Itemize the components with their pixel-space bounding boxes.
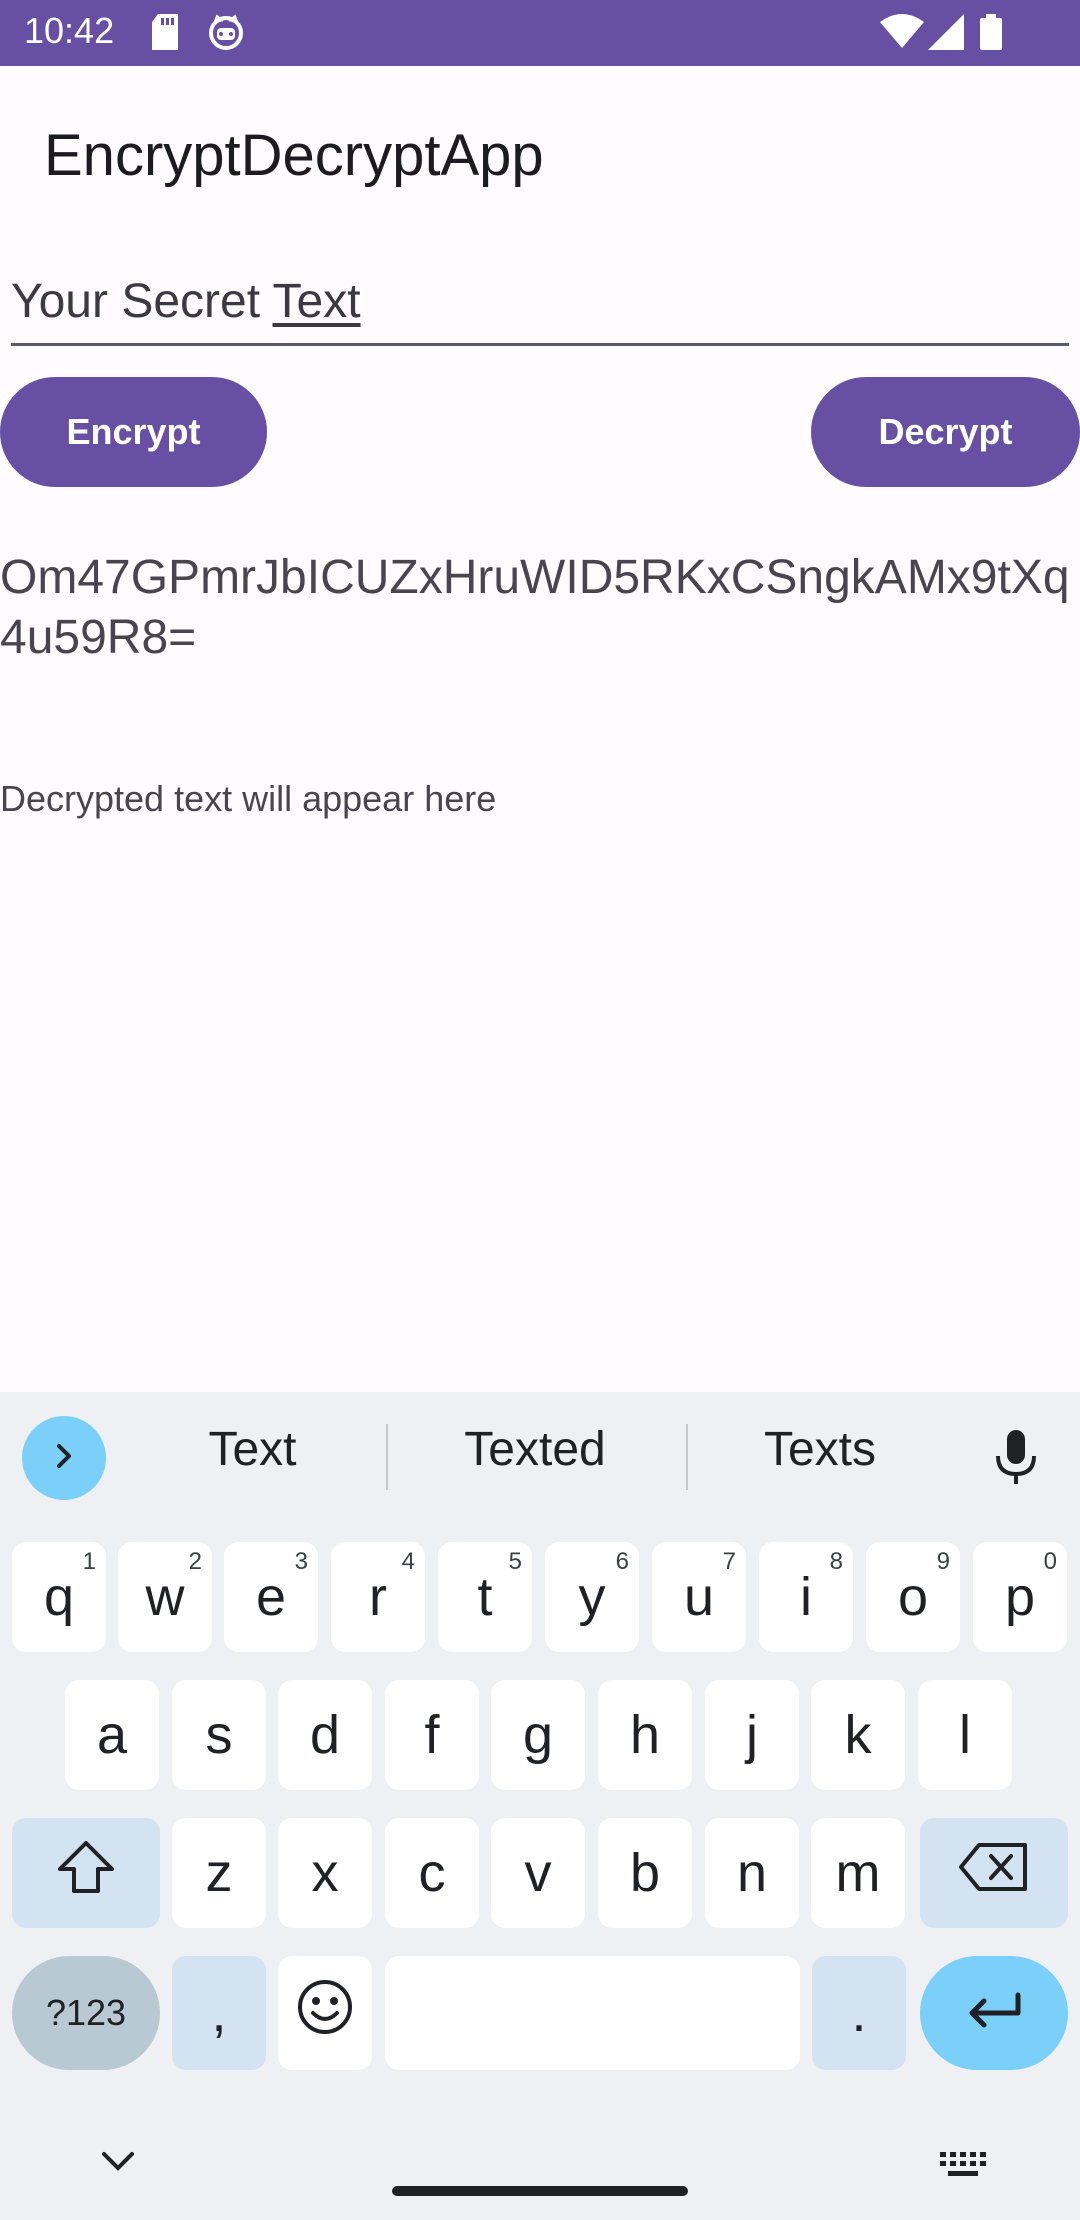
status-bar: 10:42 (0, 0, 1080, 66)
signal-icon (928, 14, 964, 55)
key-v[interactable]: v (491, 1818, 585, 1928)
key-label: r (369, 1567, 387, 1627)
key-j[interactable]: j (705, 1680, 799, 1790)
enter-arrow-icon (964, 1982, 1024, 2044)
key-u[interactable]: u7 (652, 1542, 746, 1652)
sd-card-icon (150, 14, 180, 55)
key-b[interactable]: b (598, 1818, 692, 1928)
key-label: w (145, 1567, 185, 1627)
key-hint: 2 (188, 1548, 202, 1575)
key-h[interactable]: h (598, 1680, 692, 1790)
chevron-right-icon (49, 1441, 79, 1476)
status-time: 10:42 (24, 10, 115, 51)
key-s[interactable]: s (172, 1680, 266, 1790)
comma-key[interactable]: , (172, 1956, 266, 2070)
key-i[interactable]: i8 (759, 1542, 853, 1652)
suggestion-divider (686, 1424, 688, 1490)
keyboard-switch-icon[interactable] (940, 2152, 986, 2183)
key-label: u (683, 1567, 715, 1627)
key-x[interactable]: x (278, 1818, 372, 1928)
home-gesture-handle[interactable] (392, 2186, 688, 2196)
key-c[interactable]: c (385, 1818, 479, 1928)
key-m[interactable]: m (811, 1818, 905, 1928)
key-w[interactable]: w2 (118, 1542, 212, 1652)
key-hint: 6 (615, 1548, 629, 1575)
key-hint: 0 (1043, 1548, 1057, 1575)
suggestion-2[interactable]: Texted (400, 1422, 670, 1477)
key-hint: 9 (936, 1548, 950, 1575)
suggestion-1[interactable]: Text (150, 1422, 355, 1477)
space-key[interactable] (385, 1956, 800, 2070)
suggestion-divider (386, 1424, 388, 1490)
key-hint: 4 (401, 1548, 415, 1575)
cat-face-icon (208, 14, 244, 55)
shift-key[interactable] (12, 1818, 160, 1928)
key-t[interactable]: t5 (438, 1542, 532, 1652)
key-p[interactable]: p0 (973, 1542, 1067, 1652)
microphone-icon[interactable] (994, 1430, 1038, 1491)
hide-keyboard-chevron-icon[interactable] (100, 2150, 136, 2179)
input-text-plain: Your Secret (11, 275, 273, 328)
key-d[interactable]: d (278, 1680, 372, 1790)
key-o[interactable]: o9 (866, 1542, 960, 1652)
suggestion-3[interactable]: Texts (700, 1422, 940, 1477)
expand-suggestions-button[interactable] (22, 1416, 106, 1500)
encrypted-output: Om47GPmrJbICUZxHruWID5RKxCSngkAMx9tXq4u5… (0, 551, 1070, 664)
input-text-composing: Text (272, 275, 361, 328)
key-hint: 7 (722, 1548, 736, 1575)
key-label: o (897, 1567, 929, 1627)
secret-text-value: Your Secret Text (11, 274, 361, 329)
key-label: y (578, 1567, 606, 1627)
key-f[interactable]: f (385, 1680, 479, 1790)
key-label: i (800, 1567, 812, 1627)
key-z[interactable]: z (172, 1818, 266, 1928)
key-hint: 1 (82, 1548, 96, 1575)
symbols-key[interactable]: ?123 (12, 1956, 160, 2070)
key-label: t (477, 1567, 493, 1627)
key-label: e (255, 1567, 287, 1627)
key-n[interactable]: n (705, 1818, 799, 1928)
key-e[interactable]: e3 (224, 1542, 318, 1652)
key-g[interactable]: g (491, 1680, 585, 1790)
app-title: EncryptDecryptApp (44, 123, 544, 188)
decrypt-button[interactable]: Decrypt (811, 377, 1080, 487)
key-label: q (43, 1567, 75, 1627)
emoji-icon (297, 1979, 353, 2048)
emoji-key[interactable] (278, 1956, 372, 2070)
key-r[interactable]: r4 (331, 1542, 425, 1652)
period-key[interactable]: . (812, 1956, 906, 2070)
decrypted-output: Decrypted text will appear here (0, 778, 497, 819)
enter-key[interactable] (920, 1956, 1068, 2070)
backspace-key[interactable] (920, 1818, 1068, 1928)
wifi-icon (880, 14, 924, 55)
key-l[interactable]: l (918, 1680, 1012, 1790)
secret-text-input[interactable]: Your Secret Text (11, 268, 1069, 346)
battery-icon (980, 14, 1002, 55)
key-q[interactable]: q1 (12, 1542, 106, 1652)
key-label: p (1004, 1567, 1036, 1627)
key-hint: 5 (508, 1548, 522, 1575)
key-y[interactable]: y6 (545, 1542, 639, 1652)
soft-keyboard: Text Texted Texts q1 w2 e3 r4 t5 y6 u7 i… (0, 1392, 1080, 2220)
shift-icon (56, 1839, 116, 1908)
key-hint: 8 (829, 1548, 843, 1575)
key-k[interactable]: k (811, 1680, 905, 1790)
backspace-icon (959, 1842, 1029, 1904)
key-hint: 3 (294, 1548, 308, 1575)
key-a[interactable]: a (65, 1680, 159, 1790)
encrypt-button[interactable]: Encrypt (0, 377, 267, 487)
